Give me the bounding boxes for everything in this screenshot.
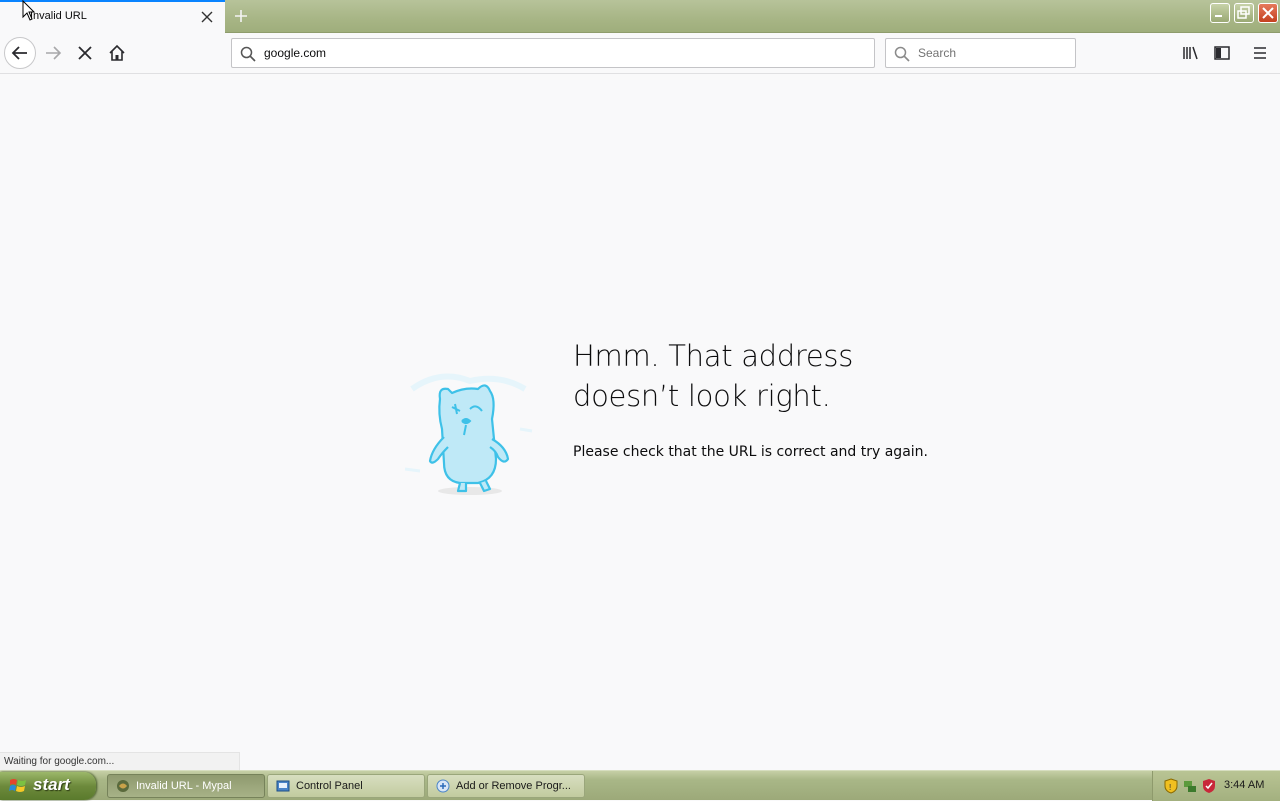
- restore-button[interactable]: [1234, 3, 1254, 23]
- search-icon: [240, 46, 256, 62]
- taskbar-item-label: Invalid URL - Mypal: [136, 780, 232, 792]
- taskbar-item-control-panel[interactable]: Control Panel: [267, 774, 425, 798]
- add-remove-programs-icon: [436, 779, 450, 793]
- network-icon[interactable]: [1182, 778, 1198, 794]
- url-text[interactable]: google.com: [264, 46, 326, 60]
- taskbar-item-add-remove-programs[interactable]: Add or Remove Progr...: [427, 774, 585, 798]
- minimize-icon: [1215, 15, 1222, 17]
- clock[interactable]: 3:44 AM: [1224, 779, 1264, 791]
- home-icon: [109, 44, 125, 61]
- antivirus-shield-icon[interactable]: [1201, 778, 1217, 794]
- search-icon: [894, 46, 910, 62]
- hamburger-icon: [1254, 47, 1266, 59]
- mouse-cursor-icon: [22, 0, 36, 21]
- restore-icon: [1237, 6, 1250, 19]
- home-button[interactable]: [103, 39, 131, 67]
- close-icon: [1262, 7, 1274, 19]
- address-bar[interactable]: google.com: [231, 38, 875, 68]
- navigation-toolbar: google.com Search: [0, 33, 1280, 74]
- stop-icon: [78, 46, 92, 60]
- back-button[interactable]: [4, 37, 36, 69]
- search-placeholder: Search: [918, 46, 957, 60]
- title-bar: Invalid URL: [0, 0, 1280, 33]
- sidebar-icon: [1214, 46, 1230, 60]
- error-description: Please check that the URL is correct and…: [573, 444, 928, 460]
- error-heading: Hmm. That address doesn’t look right.: [573, 339, 854, 413]
- menu-button[interactable]: [1246, 39, 1274, 67]
- taskbar-item-browser[interactable]: Invalid URL - Mypal: [107, 774, 265, 798]
- taskbar-item-label: Control Panel: [296, 780, 363, 792]
- library-icon: [1183, 46, 1198, 60]
- system-tray: ! 3:44 AM: [1152, 771, 1280, 801]
- arrow-right-icon: [46, 46, 62, 60]
- status-bar: Waiting for google.com...: [0, 752, 240, 770]
- page-content: Hmm. That address doesn’t look right. Pl…: [0, 74, 1280, 770]
- taskbar-item-label: Add or Remove Progr...: [456, 780, 571, 792]
- windows-flag-icon: [9, 779, 26, 792]
- control-panel-icon: [276, 780, 290, 792]
- library-button[interactable]: [1177, 39, 1205, 67]
- svg-text:!: !: [1169, 783, 1171, 792]
- sidebar-button[interactable]: [1208, 39, 1236, 67]
- plus-icon[interactable]: [230, 6, 252, 26]
- start-label: start: [33, 775, 70, 794]
- forward-button[interactable]: [40, 39, 68, 67]
- browser-icon: [117, 780, 129, 792]
- stop-button[interactable]: [71, 39, 99, 67]
- arrow-left-icon: [11, 46, 27, 60]
- search-input[interactable]: Search: [885, 38, 1076, 68]
- tab-title: Invalid URL: [30, 10, 87, 22]
- security-shield-icon[interactable]: !: [1163, 778, 1179, 794]
- start-button[interactable]: start: [0, 772, 96, 800]
- close-window-button[interactable]: [1258, 3, 1278, 23]
- taskbar: start Invalid URL - Mypal Control Panel …: [0, 770, 1280, 801]
- confused-mascot-icon: [404, 373, 533, 495]
- minimize-button[interactable]: [1210, 3, 1230, 23]
- close-icon[interactable]: [200, 10, 214, 24]
